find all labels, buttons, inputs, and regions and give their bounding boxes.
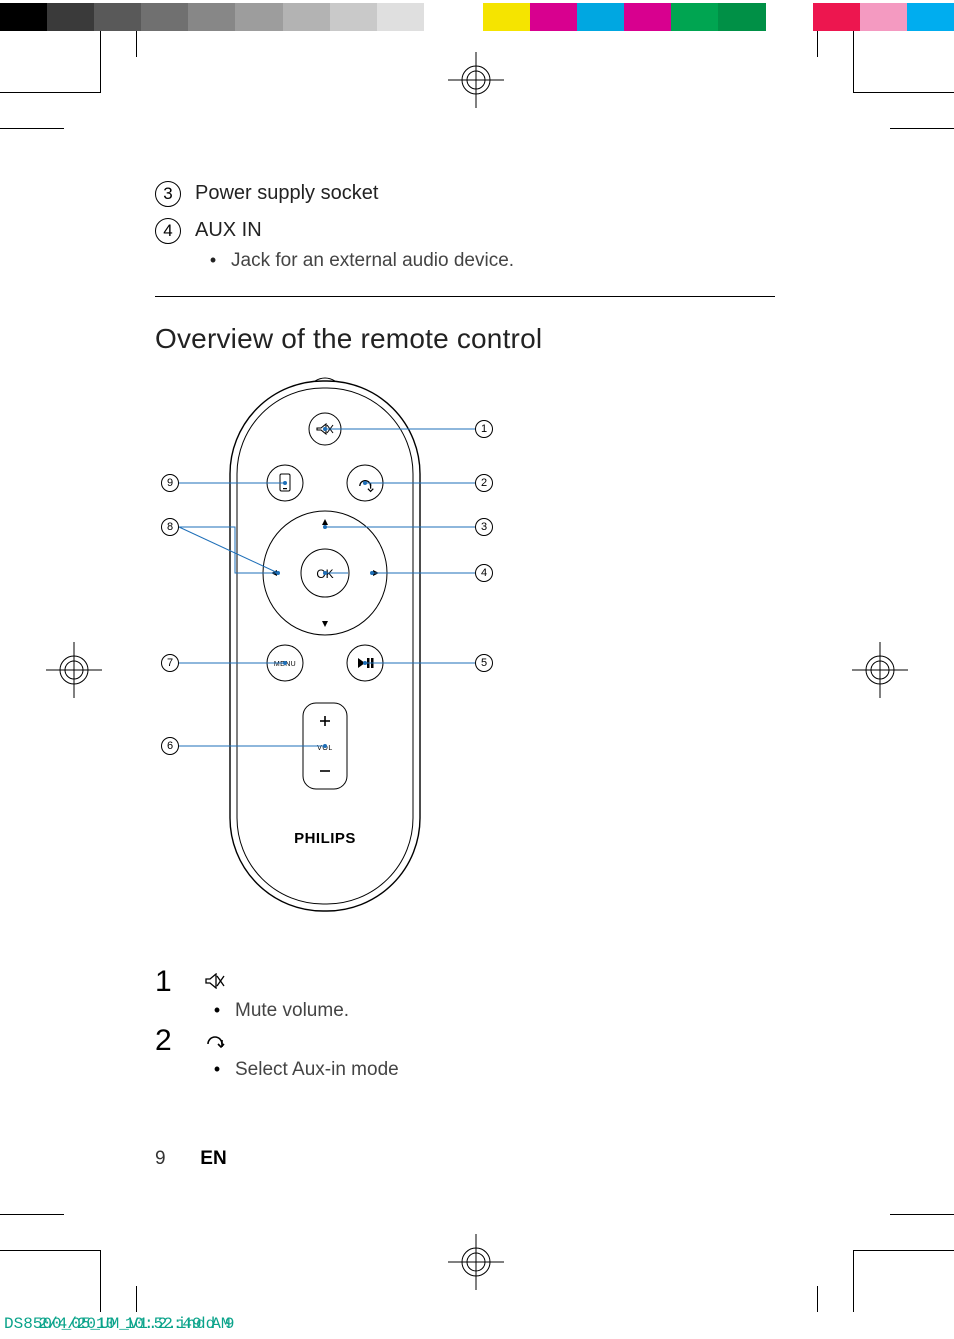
swatch: [94, 3, 141, 31]
manual-page: 3 Power supply socket 4 AUX IN • Jack fo…: [155, 180, 775, 1085]
slugline: DS8500_05_UM_V1.2.indd 9 2/4/2010 10:52:…: [4, 1315, 234, 1333]
swatch: [330, 3, 377, 31]
swatch: [671, 3, 718, 31]
mute-icon: [205, 973, 225, 994]
crop-mark: [853, 31, 854, 93]
crop-mark: [890, 128, 954, 129]
bullet-icon: •: [199, 1000, 235, 1022]
swatch: [0, 3, 47, 31]
swatch: [424, 3, 471, 31]
swatch: [624, 3, 671, 31]
callout-number: 3: [155, 181, 181, 207]
page-footer: 9 EN: [155, 1148, 795, 1170]
printer-color-bar: [0, 3, 954, 31]
crop-mark: [136, 31, 137, 57]
callout-number: 8: [161, 518, 179, 536]
bullet-icon: •: [199, 1059, 235, 1081]
crop-mark: [817, 1286, 818, 1312]
legend-number: 2: [155, 1026, 195, 1056]
swatch: [141, 3, 188, 31]
crop-mark: [136, 1286, 137, 1312]
section-heading: Overview of the remote control: [155, 323, 775, 355]
callout-number: 7: [161, 654, 179, 672]
callout-number: 1: [475, 420, 493, 438]
swatch: [813, 3, 860, 31]
swatch: [907, 3, 954, 31]
svg-text:PHILIPS: PHILIPS: [294, 830, 356, 847]
feature-description: Jack for an external audio device.: [231, 248, 775, 274]
swatch: [483, 3, 530, 31]
legend-description: Select Aux-in mode: [235, 1059, 775, 1081]
page-number: 9: [155, 1148, 195, 1170]
swatch: [188, 3, 235, 31]
swatch: [530, 3, 577, 31]
registration-mark-icon: [852, 642, 908, 698]
callout-number: 2: [475, 474, 493, 492]
crop-mark: [854, 92, 954, 93]
remote-control-diagram: OK MENU VOL PHILIPS: [175, 373, 505, 943]
legend-item: 1 • Mute volume.: [155, 967, 775, 1022]
swatch: [283, 3, 330, 31]
crop-mark: [817, 31, 818, 57]
registration-mark-icon: [448, 1234, 504, 1290]
feature-item: 4 AUX IN • Jack for an external audio de…: [155, 217, 775, 274]
crop-mark: [100, 31, 101, 93]
swatch: [577, 3, 624, 31]
feature-title: AUX IN: [195, 217, 775, 244]
swatch: [718, 3, 765, 31]
swatch: [766, 3, 813, 31]
legend-item: 2 • Select Aux-in mode: [155, 1026, 775, 1081]
callout-number: 5: [475, 654, 493, 672]
bullet-icon: •: [195, 248, 231, 272]
language-code: EN: [200, 1148, 226, 1170]
callout-number: 4: [155, 218, 181, 244]
legend-description: Mute volume.: [235, 1000, 775, 1022]
swatch: [377, 3, 424, 31]
callout-number: 9: [161, 474, 179, 492]
crop-mark: [0, 1250, 100, 1251]
callout-number: 6: [161, 737, 179, 755]
registration-mark-icon: [448, 52, 504, 108]
aux-icon: [205, 1032, 225, 1053]
crop-mark: [100, 1250, 101, 1312]
callout-number: 4: [475, 564, 493, 582]
crop-mark: [0, 1214, 64, 1215]
legend-number: 1: [155, 967, 195, 997]
section-divider: [155, 296, 775, 297]
swatch: [235, 3, 282, 31]
feature-item: 3 Power supply socket: [155, 180, 775, 207]
crop-mark: [890, 1214, 954, 1215]
crop-mark: [0, 128, 64, 129]
slug-stamp: 2/4/2010 10:52:49 AM: [38, 1315, 230, 1333]
crop-mark: [0, 92, 100, 93]
feature-title: Power supply socket: [195, 180, 775, 207]
swatch: [47, 3, 94, 31]
callout-number: 3: [475, 518, 493, 536]
registration-mark-icon: [46, 642, 102, 698]
crop-mark: [854, 1250, 954, 1251]
crop-mark: [853, 1250, 854, 1312]
swatch: [860, 3, 907, 31]
